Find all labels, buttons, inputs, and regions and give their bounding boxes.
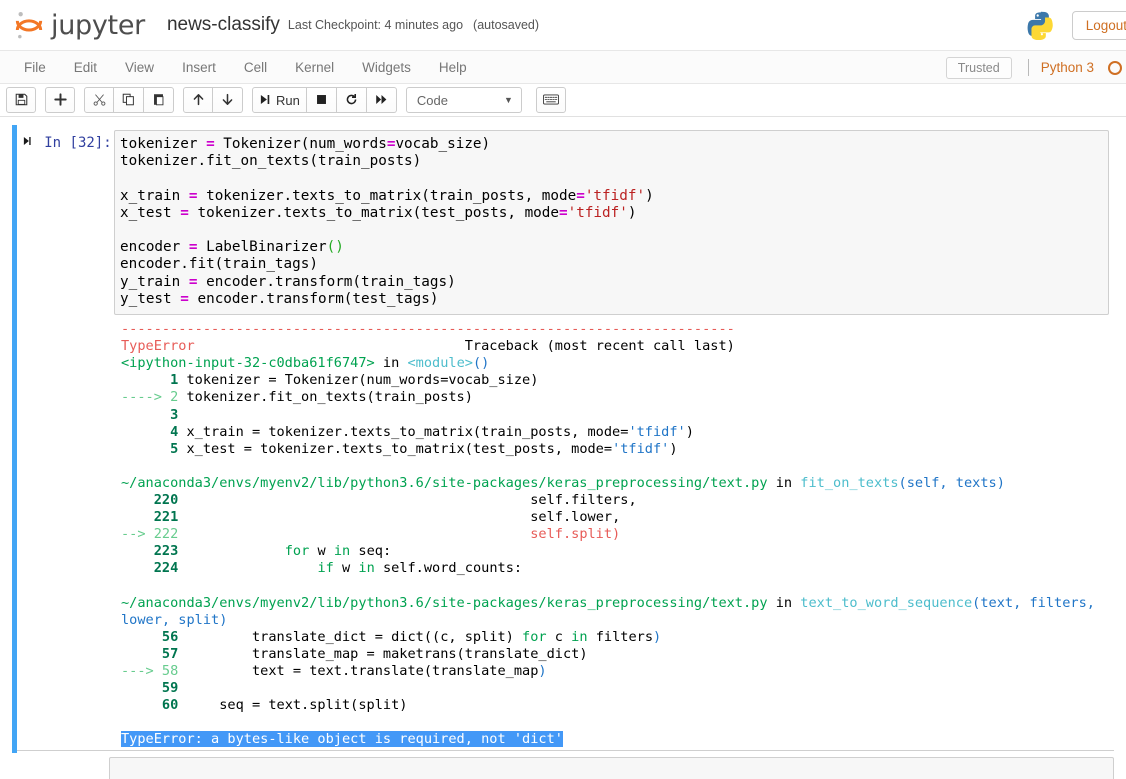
menu-bar: File Edit View Insert Cell Kernel Widget… [0,51,1126,84]
paste-icon [152,93,165,108]
command-palette-button[interactable] [535,87,566,113]
arrow-up-icon [192,93,205,108]
menu-item-help[interactable]: Help [425,54,481,81]
logout-button[interactable]: Logout [1071,10,1126,40]
jupyter-logo-icon [14,9,44,41]
header-right-group: Logout [1026,0,1126,50]
input-prompt-label: In [32]: [44,135,112,151]
jupyter-wordmark: jupyter [51,9,145,41]
fast-forward-icon [375,93,388,108]
jupyter-brand[interactable]: jupyter [14,9,145,41]
code-editor-content: tokenizer = Tokenizer(num_words=vocab_si… [120,136,654,307]
save-floppy-icon [15,93,28,108]
save-button[interactable] [6,87,36,113]
move-cell-down-button[interactable] [213,87,243,113]
menu-item-kernel[interactable]: Kernel [281,54,348,81]
error-traceback: ----------------------------------------… [121,321,1104,748]
next-cell-editor[interactable] [109,757,1114,779]
toolbar-group-run: Run [252,87,397,113]
cell-type-value: Code [416,92,448,108]
paste-button[interactable] [144,87,174,113]
scissors-cut-icon [93,93,106,108]
keyboard-icon [542,93,559,107]
menu-item-edit[interactable]: Edit [60,54,111,81]
stop-square-icon [315,93,328,108]
python-logo-icon [1026,10,1056,40]
selected-cell-indicator [12,697,17,751]
cut-button[interactable] [84,87,114,113]
toolbar-group-move [183,87,243,113]
menu-item-file[interactable]: File [10,54,60,81]
run-cell-button[interactable]: Run [252,87,307,113]
error-message: TypeError: a bytes-like object is requir… [121,731,563,748]
move-cell-up-button[interactable] [183,87,213,113]
copy-icon [122,93,135,108]
cell-type-select[interactable]: Code ▼ [405,87,522,113]
menu-item-widgets[interactable]: Widgets [348,54,425,81]
notebook-header: jupyter news-classify Last Checkpoint: 4… [0,0,1126,51]
menubar-divider [1027,59,1029,76]
toolbar-group-palette [535,87,566,113]
menu-item-view[interactable]: View [111,54,168,81]
restart-and-run-all-button[interactable] [366,87,397,113]
run-step-icon [259,93,271,108]
interrupt-kernel-button[interactable] [306,87,337,113]
kernel-idle-circle-icon [1108,60,1122,75]
insert-cell-below-button[interactable] [45,87,75,113]
code-cell[interactable]: In [32]: tokenizer = Tokenizer(num_words… [12,125,1114,754]
chevron-down-icon: ▼ [503,95,513,105]
menu-item-insert[interactable]: Insert [168,54,230,81]
input-prompt: In [32]: [22,130,114,151]
next-cell-stub[interactable] [12,697,1114,779]
toolbar-group-insert [45,87,75,113]
restart-kernel-button[interactable] [336,87,367,113]
output-prompt [22,321,114,748]
trusted-badge[interactable]: Trusted [945,56,1012,79]
menu-item-cell[interactable]: Cell [230,54,281,81]
restart-circle-arrow-icon [345,93,358,108]
autosaved-label: (autosaved) [473,18,540,32]
code-editor[interactable]: tokenizer = Tokenizer(num_words=vocab_si… [114,130,1109,316]
cell-output-area: ----------------------------------------… [22,315,1109,748]
menubar-right-group: Trusted Python 3 [945,51,1122,84]
arrow-down-icon [221,93,234,108]
run-button-label: Run [276,92,300,108]
notebook-body[interactable]: In [32]: tokenizer = Tokenizer(num_words… [0,117,1126,779]
kernel-name-label[interactable]: Python 3 [1041,60,1094,75]
plus-add-cell-icon [53,92,67,108]
code-cell-input-row: In [32]: tokenizer = Tokenizer(num_words… [22,130,1109,316]
last-checkpoint-label: Last Checkpoint: 4 minutes ago [287,18,464,32]
toolbar-group-save [6,87,36,113]
play-bar-icon[interactable] [22,136,39,150]
copy-button[interactable] [114,87,144,113]
notebook-name[interactable]: news-classify [167,14,280,36]
notebook-toolbar: Run Code ▼ [0,84,1126,117]
toolbar-group-clipboard [84,87,174,113]
